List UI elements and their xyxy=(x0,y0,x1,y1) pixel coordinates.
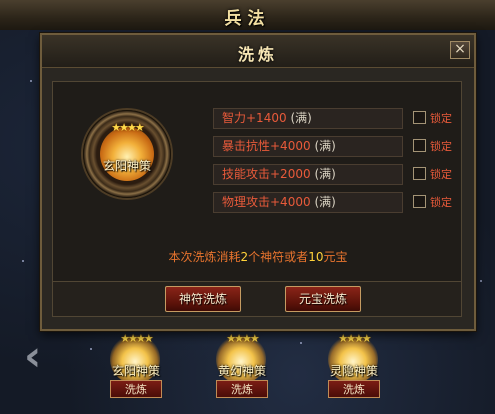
lock-checkbox[interactable] xyxy=(413,139,426,152)
close-icon: × xyxy=(454,41,466,57)
skill-refine-button[interactable]: 洗炼 xyxy=(328,380,380,398)
skill-card[interactable]: ★★★★ 玄阳神策 洗炼 xyxy=(96,332,176,414)
attribute-box: 智力+1400 (满) xyxy=(213,108,403,129)
cost-text-part: 元宝 xyxy=(323,250,348,264)
lock-checkbox[interactable] xyxy=(413,111,426,124)
dialog-title: 洗炼 xyxy=(237,45,278,64)
lock-label: 锁定 xyxy=(430,196,452,209)
skill-name: 玄阳神策 xyxy=(111,364,160,378)
skill-refine-button[interactable]: 洗炼 xyxy=(216,380,268,398)
attribute-name: 物理攻击+4000 xyxy=(222,195,311,209)
attribute-row: 暴击抗性+4000 (满) 锁定 xyxy=(213,136,453,158)
refine-dialog: 洗炼 × ★★★★ 玄阳神策 智力+1400 (满) 锁定 暴击抗性+4000 … xyxy=(40,33,476,331)
attribute-box: 技能攻击+2000 (满) xyxy=(213,164,403,185)
talisman-refine-button[interactable]: 神符洗炼 xyxy=(165,286,241,312)
attribute-box: 暴击抗性+4000 (满) xyxy=(213,136,403,157)
lock-checkbox[interactable] xyxy=(413,167,426,180)
skill-card[interactable]: ★★★★ 黄幻神策 洗炼 xyxy=(202,332,282,414)
background-titlebar: 兵法 xyxy=(0,0,495,31)
scroll-left-arrow-icon[interactable]: ‹ xyxy=(24,334,46,378)
close-button[interactable]: × xyxy=(450,41,470,59)
cost-text-part: 个神符或者 xyxy=(248,250,309,264)
background-window-title: 兵法 xyxy=(224,9,271,29)
lock-label: 锁定 xyxy=(430,140,452,153)
attribute-name: 智力+1400 xyxy=(222,111,287,125)
attribute-name: 技能攻击+2000 xyxy=(222,167,311,181)
refine-cost-text: 本次洗炼消耗2个神符或者10元宝 xyxy=(53,248,463,265)
attribute-row: 技能攻击+2000 (满) 锁定 xyxy=(213,164,453,186)
skill-stars: ★★★★ xyxy=(338,332,371,345)
attribute-row: 智力+1400 (满) 锁定 xyxy=(213,108,453,130)
lock-label: 锁定 xyxy=(430,168,452,181)
dialog-titlebar: 洗炼 × xyxy=(42,35,474,68)
attribute-box: 物理攻击+4000 (满) xyxy=(213,192,403,213)
emblem-name: 玄阳神策 xyxy=(102,159,151,173)
cost-text-part: 本次洗炼消耗 xyxy=(168,250,241,264)
skill-name: 灵隐神策 xyxy=(329,364,378,378)
button-bar: 神符洗炼 元宝洗炼 xyxy=(52,281,462,317)
emblem-stars: ★★★★ xyxy=(111,121,144,134)
skill-card[interactable]: ★★★★ 灵隐神策 洗炼 xyxy=(314,332,394,414)
skill-refine-button[interactable]: 洗炼 xyxy=(110,380,162,398)
lock-checkbox[interactable] xyxy=(413,195,426,208)
skill-stars: ★★★★ xyxy=(120,332,153,345)
attribute-status: (满) xyxy=(314,139,336,153)
skill-name: 黄幻神策 xyxy=(217,364,266,378)
lock-label: 锁定 xyxy=(430,112,452,125)
cost-ingot-amount: 10 xyxy=(308,250,324,264)
skill-emblem: ★★★★ 玄阳神策 xyxy=(83,110,171,198)
attribute-status: (满) xyxy=(314,195,336,209)
attribute-status: (满) xyxy=(314,167,336,181)
attribute-name: 暴击抗性+4000 xyxy=(222,139,311,153)
ingot-refine-button[interactable]: 元宝洗炼 xyxy=(285,286,361,312)
skill-stars: ★★★★ xyxy=(226,332,259,345)
attribute-row: 物理攻击+4000 (满) 锁定 xyxy=(213,192,453,214)
attribute-status: (满) xyxy=(290,111,312,125)
